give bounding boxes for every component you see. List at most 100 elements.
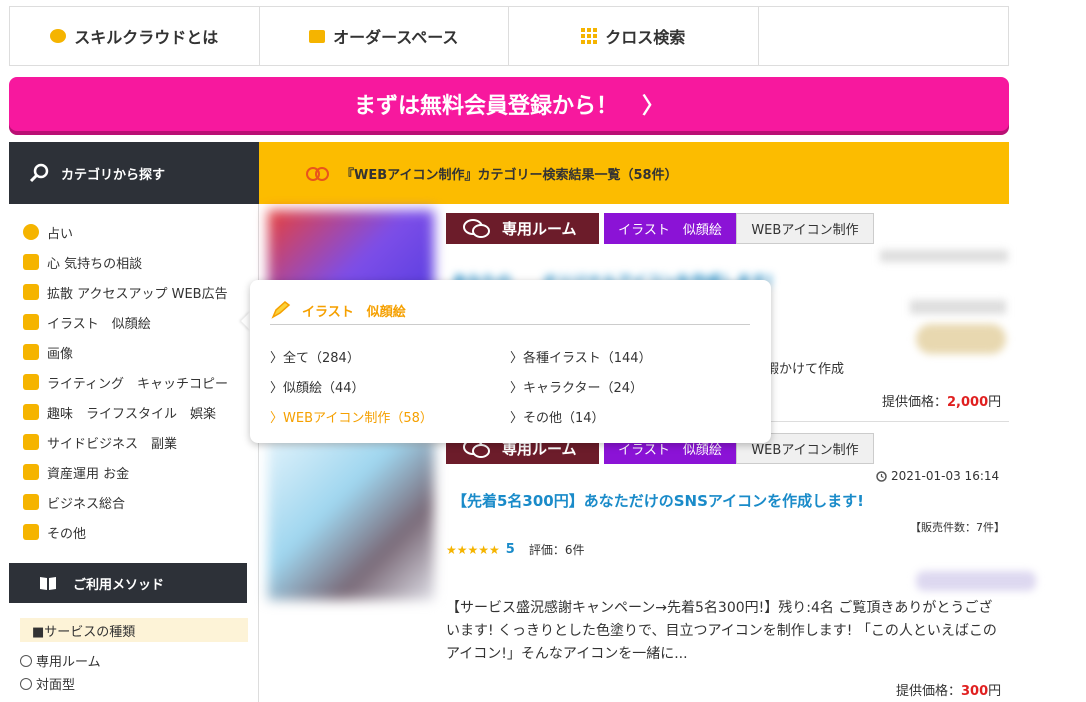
price-label: 提供価格： xyxy=(896,684,962,699)
star-icons: ★★★★★ xyxy=(446,542,500,557)
clock-icon xyxy=(876,470,887,482)
price-value: 300 xyxy=(961,684,989,699)
popup-link-portrait[interactable]: 〉似顔絵（44） xyxy=(270,377,365,396)
date-value: 2021-01-03 16:14 xyxy=(891,469,1000,483)
book-icon xyxy=(40,577,56,590)
nav-order-space-label: オーダースペース xyxy=(333,28,459,47)
heart-icon xyxy=(23,254,39,270)
nav-order-space[interactable]: オーダースペース xyxy=(260,7,509,65)
popup-link-illustrations[interactable]: 〉各種イラスト（144） xyxy=(510,347,652,366)
sales-count: 【販売件数：7件】 xyxy=(910,521,1005,534)
popup-link-other[interactable]: 〉その他（14） xyxy=(510,407,605,426)
register-label: まずは無料会員登録から！ xyxy=(353,94,618,119)
chart-icon xyxy=(23,494,39,510)
category-label: イラスト 似顔絵 xyxy=(47,316,151,332)
money-icon xyxy=(23,464,39,480)
category-item[interactable]: サイドビジネス 副業 xyxy=(9,427,247,457)
blurred-avatar xyxy=(916,324,1006,354)
chat-bubble-icon xyxy=(50,29,67,43)
price-value: 2,000 xyxy=(947,395,989,410)
image-icon xyxy=(23,344,39,360)
chat-bubbles-icon xyxy=(463,218,490,238)
nav-cross-search[interactable]: クロス検索 xyxy=(509,7,759,65)
calendar-icon xyxy=(23,524,39,540)
price-unit: 円 xyxy=(988,684,1002,699)
review-count: 6件 xyxy=(564,543,585,557)
service-type-label: ■サービスの種類 xyxy=(20,618,248,642)
post-date: 2021-01-03 16:14 xyxy=(876,469,999,483)
popup-link-web-icon[interactable]: 〉WEBアイコン制作（58） xyxy=(270,407,433,426)
price: 提供価格：300円 xyxy=(896,680,1001,699)
rating-value: 5 xyxy=(505,542,515,557)
fortune-icon xyxy=(23,224,39,240)
price: 提供価格：2,000円 xyxy=(882,391,1001,410)
category-popup: イラスト 似顔絵 〉全て（284） 〉似顔絵（44） 〉WEBアイコン制作（58… xyxy=(250,280,771,443)
category-label: 拡散 アクセスアップ WEB広告 xyxy=(47,286,228,302)
service-title-link[interactable]: 【先着5名300円】あなただけのSNSアイコンを作成します! xyxy=(452,490,864,511)
popup-title: イラスト 似顔絵 xyxy=(270,296,750,325)
document-icon xyxy=(23,374,39,390)
radio-label: 専用ルーム xyxy=(36,655,101,670)
hobby-icon xyxy=(23,404,39,420)
category-item[interactable]: その他 xyxy=(9,517,247,547)
radio-private-room[interactable]: 専用ルーム xyxy=(20,651,101,670)
category-item[interactable]: 資産運用 お金 xyxy=(9,457,247,487)
business-icon xyxy=(23,434,39,450)
popup-title-label: イラスト 似顔絵 xyxy=(302,304,406,320)
pen-icon xyxy=(23,314,39,330)
category-label: 心 気持ちの相談 xyxy=(47,256,143,272)
category-item[interactable]: 趣味 ライフスタイル 娯楽 xyxy=(9,397,247,427)
category-search-title: カテゴリから探す xyxy=(61,167,166,183)
sidebar-divider xyxy=(258,204,259,702)
rating-row: ★★★★★ 5 評価：6件 xyxy=(446,541,585,558)
swirl-icon xyxy=(306,167,329,181)
radio-circle-icon xyxy=(20,677,32,690)
speech-icon xyxy=(309,29,326,43)
results-header: 『WEBアイコン制作』カテゴリー検索結果一覧（58件） xyxy=(259,142,1009,204)
blurred-seller-badge xyxy=(916,571,1036,591)
category-item[interactable]: イラスト 似顔絵 xyxy=(9,307,247,337)
category-label: 資産運用 お金 xyxy=(47,466,130,482)
category-item[interactable]: 占い xyxy=(9,217,247,247)
private-room-badge: 専用ルーム xyxy=(446,213,599,244)
category-item[interactable]: 拡散 アクセスアップ WEB広告 xyxy=(9,277,247,307)
room-label: 専用ルーム xyxy=(502,220,577,238)
nav-cross-search-label: クロス検索 xyxy=(605,28,686,47)
price-label: 提供価格： xyxy=(882,395,948,410)
category-item[interactable]: ライティング キャッチコピー xyxy=(9,367,247,397)
service-description: 【サービス盛況感謝キャンペーン→先着5名300円!】残り:4名 ご覧頂きありがと… xyxy=(446,600,997,662)
price-unit: 円 xyxy=(988,395,1002,410)
register-button[interactable]: まずは無料会員登録から！ 〉 xyxy=(9,77,1009,131)
category-label: 占い xyxy=(47,226,74,242)
ad-icon xyxy=(23,284,39,300)
method-title: ご利用メソッド xyxy=(73,577,165,593)
service-thumbnail[interactable] xyxy=(268,440,434,600)
grid-icon xyxy=(581,28,598,44)
results-title: 『WEBアイコン制作』カテゴリー検索結果一覧（58件） xyxy=(341,167,678,183)
chevron-right-icon: 〉 xyxy=(642,94,665,119)
category-search-header: カテゴリから探す xyxy=(9,142,259,204)
category-list: 占い 心 気持ちの相談 拡散 アクセスアップ WEB広告 イラスト 似顔絵 画像… xyxy=(9,217,247,547)
category-label: その他 xyxy=(47,526,87,542)
popup-link-character[interactable]: 〉キャラクター（24） xyxy=(510,377,643,396)
radio-circle-icon xyxy=(20,654,32,667)
popup-link-all[interactable]: 〉全て（284） xyxy=(270,347,360,366)
radio-face-to-face[interactable]: 対面型 xyxy=(20,674,75,693)
blurred-seller xyxy=(910,300,1006,314)
category-item[interactable]: 画像 xyxy=(9,337,247,367)
search-icon xyxy=(29,163,49,183)
pen-icon xyxy=(271,301,291,319)
category-item[interactable]: ビジネス総合 xyxy=(9,487,247,517)
category-label: サイドビジネス 副業 xyxy=(47,436,178,452)
nav-empty xyxy=(759,7,1009,65)
category-label: ライティング キャッチコピー xyxy=(47,376,228,392)
nav-about[interactable]: スキルクラウドとは xyxy=(10,7,260,65)
category-tag[interactable]: イラスト 似顔絵 xyxy=(604,213,736,244)
review-label: 評価： xyxy=(528,543,565,557)
method-header: ご利用メソッド xyxy=(9,563,247,603)
subcategory-tag[interactable]: WEBアイコン制作 xyxy=(736,213,874,244)
radio-label: 対面型 xyxy=(36,678,76,693)
category-item[interactable]: 心 気持ちの相談 xyxy=(9,247,247,277)
blurred-date xyxy=(880,250,1008,262)
category-label: 画像 xyxy=(47,346,74,362)
